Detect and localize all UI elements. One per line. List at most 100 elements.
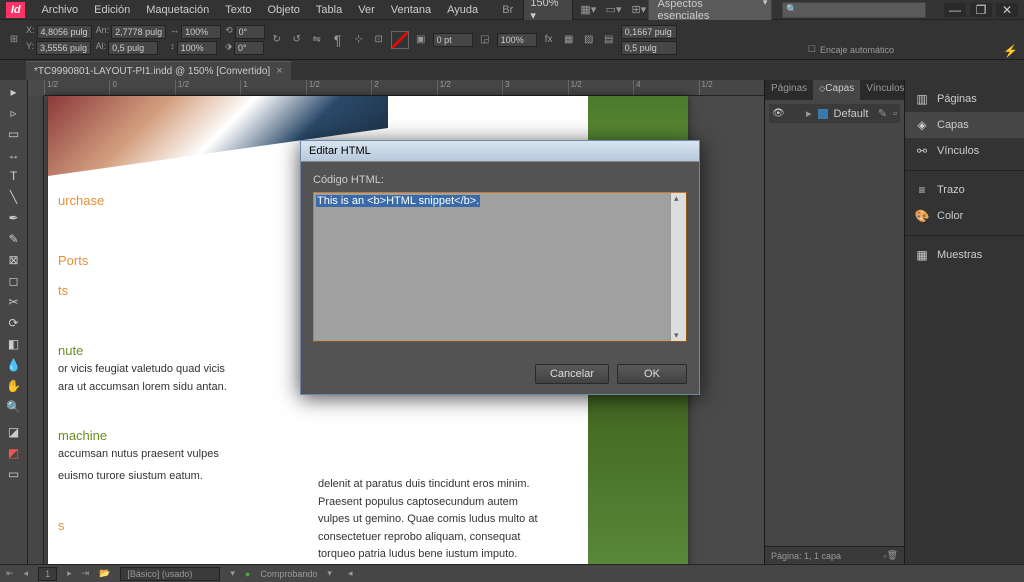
sb-style[interactable]: [Básico] (usado) [120, 567, 220, 581]
effects-icon[interactable]: fx [541, 33, 557, 47]
center-content-icon[interactable]: ⊹ [351, 33, 367, 47]
heading-purchase: urchase [58, 191, 104, 211]
menu-ver[interactable]: Ver [350, 4, 383, 16]
autofit-label: Encaje automático [820, 45, 894, 55]
pen-icon[interactable]: ✎ [878, 107, 887, 120]
paragraph-icon[interactable]: ¶ [329, 28, 347, 52]
screen-icon[interactable]: ▭▾ [604, 2, 623, 18]
arrange-icon[interactable]: ⊞▾ [629, 2, 648, 18]
pencil-tool[interactable]: ✎ [2, 229, 26, 249]
layer-name: Default [834, 108, 869, 120]
w-field[interactable]: 2,7778 pulg [111, 25, 166, 39]
sb-nav-next[interactable]: ▸ [67, 568, 72, 579]
rotate-ccw-icon[interactable]: ↺ [289, 33, 305, 47]
screen-mode-icon[interactable]: ▭ [2, 464, 26, 484]
dialog-title[interactable]: Editar HTML [301, 141, 699, 162]
menu-archivo[interactable]: Archivo [33, 4, 86, 16]
dialog-label: Código HTML: [313, 174, 687, 186]
wrap3-icon[interactable]: ▤ [601, 33, 617, 47]
trash-icon[interactable]: 🗑 [887, 550, 898, 561]
rectangle-tool[interactable]: ◻ [2, 271, 26, 291]
shear-field[interactable]: 0° [234, 41, 264, 55]
search-input[interactable] [782, 2, 926, 18]
doc-tab[interactable]: *TC9990801-LAYOUT-PI1.indd @ 150% [Conve… [26, 61, 291, 80]
direct-selection-tool[interactable]: ▹ [2, 103, 26, 123]
fit-content-icon[interactable]: ⊡ [371, 33, 387, 47]
sb-nav-prev[interactable]: ◂ [24, 568, 29, 579]
dock-trazo[interactable]: ≡Trazo [905, 177, 1024, 203]
dock-paginas[interactable]: ▥Páginas [905, 86, 1024, 112]
eyedropper-tool[interactable]: 💧 [2, 355, 26, 375]
y-field[interactable]: 3,5556 pulg [36, 41, 91, 55]
selection-tool[interactable]: ▸ [2, 82, 26, 102]
inset1-field[interactable]: 0,1667 pulg [621, 25, 677, 39]
page-tool[interactable]: ▭ [2, 124, 26, 144]
menu-ayuda[interactable]: Ayuda [439, 4, 486, 16]
layer-row[interactable]: 👁 ▸ Default ✎ ▫ [769, 104, 900, 123]
ref-point-icon[interactable]: ⊞ [6, 33, 22, 47]
panel-tab-vinculos[interactable]: Vínculos [860, 80, 910, 100]
pen-tool[interactable]: ✒ [2, 208, 26, 228]
line-tool[interactable]: ╲ [2, 187, 26, 207]
dock-color[interactable]: 🎨Color [905, 203, 1024, 229]
menu-objeto[interactable]: Objeto [260, 4, 308, 16]
panel-tab-capas[interactable]: ◇Capas [813, 80, 860, 100]
sb-nav-first[interactable]: ⇤ [6, 568, 14, 579]
menu-texto[interactable]: Texto [217, 4, 259, 16]
dock-capas[interactable]: ◈Capas [905, 112, 1024, 138]
stroke-icon: ≡ [915, 183, 929, 197]
close-button[interactable]: ✕ [996, 3, 1018, 17]
ok-button[interactable]: OK [617, 364, 687, 384]
type-tool[interactable]: T [2, 166, 26, 186]
dock-muestras[interactable]: ▦Muestras [905, 242, 1024, 268]
html-textarea[interactable]: This is an <b>HTML snippet</b>. [313, 192, 687, 342]
textarea-content: This is an <b>HTML snippet</b>. [316, 195, 480, 207]
rectangle-frame-tool[interactable]: ⊠ [2, 250, 26, 270]
stroke-align-icon[interactable]: ▣ [413, 33, 429, 47]
percent-field[interactable]: 100% [497, 33, 537, 47]
maximize-button[interactable]: ❐ [970, 3, 992, 17]
h-field[interactable]: 0,5 pulg [108, 41, 158, 55]
rotate-cw-icon[interactable]: ↻ [269, 33, 285, 47]
formatting-icon[interactable]: ◩ [2, 443, 26, 463]
wrap1-icon[interactable]: ▦ [561, 33, 577, 47]
sb-scroll-left[interactable]: ◂ [348, 568, 353, 579]
menu-edicion[interactable]: Edición [86, 4, 138, 16]
rotate-field[interactable]: 0° [235, 25, 265, 39]
tab-close-icon[interactable]: × [276, 65, 282, 77]
zoom-tool[interactable]: 🔍 [2, 397, 26, 417]
sb-page-field[interactable]: 1 [38, 567, 57, 581]
bridge-icon[interactable]: Br [498, 2, 517, 18]
inset2-field[interactable]: 0,5 pulg [621, 41, 677, 55]
flip-h-icon[interactable]: ⇋ [309, 33, 325, 47]
dock-vinculos[interactable]: ⚯Vínculos [905, 138, 1024, 164]
gradient-tool[interactable]: ◧ [2, 334, 26, 354]
scaley-field[interactable]: 100% [177, 41, 217, 55]
panel-tab-paginas[interactable]: Páginas [765, 80, 813, 100]
minimize-button[interactable]: — [944, 3, 966, 17]
scalex-field[interactable]: 100% [181, 25, 221, 39]
autofit-checkbox[interactable]: ☐ [808, 44, 816, 55]
menu-maquetacion[interactable]: Maquetación [138, 4, 217, 16]
visibility-icon[interactable]: 👁 [772, 108, 784, 120]
view-icon[interactable]: ▦▾ [579, 2, 598, 18]
none-swatch-icon[interactable] [391, 31, 409, 49]
x-field[interactable]: 4,8056 pulg [37, 25, 92, 39]
textarea-scrollbar[interactable] [670, 193, 686, 341]
scissors-tool[interactable]: ✂ [2, 292, 26, 312]
hand-tool[interactable]: ✋ [2, 376, 26, 396]
menu-ventana[interactable]: Ventana [383, 4, 439, 16]
lightning-icon[interactable]: ⚡ [1003, 44, 1018, 58]
fill-stroke-icon[interactable]: ◪ [2, 422, 26, 442]
sb-open-icon[interactable]: 📂 [99, 568, 110, 579]
menu-tabla[interactable]: Tabla [308, 4, 350, 16]
sb-nav-last[interactable]: ⇥ [82, 568, 90, 579]
wrap2-icon[interactable]: ▨ [581, 33, 597, 47]
transform-tool[interactable]: ⟳ [2, 313, 26, 333]
cancel-button[interactable]: Cancelar [535, 364, 609, 384]
sb-preflight[interactable]: Comprobando [260, 569, 317, 579]
panel-group: Páginas ◇Capas Vínculos ▸▸ 👁 ▸ Default ✎… [764, 80, 904, 564]
gap-tool[interactable]: ↔ [2, 145, 26, 165]
corner-icon[interactable]: ◲ [477, 33, 493, 47]
stroke-weight[interactable]: 0 pt [433, 33, 473, 47]
